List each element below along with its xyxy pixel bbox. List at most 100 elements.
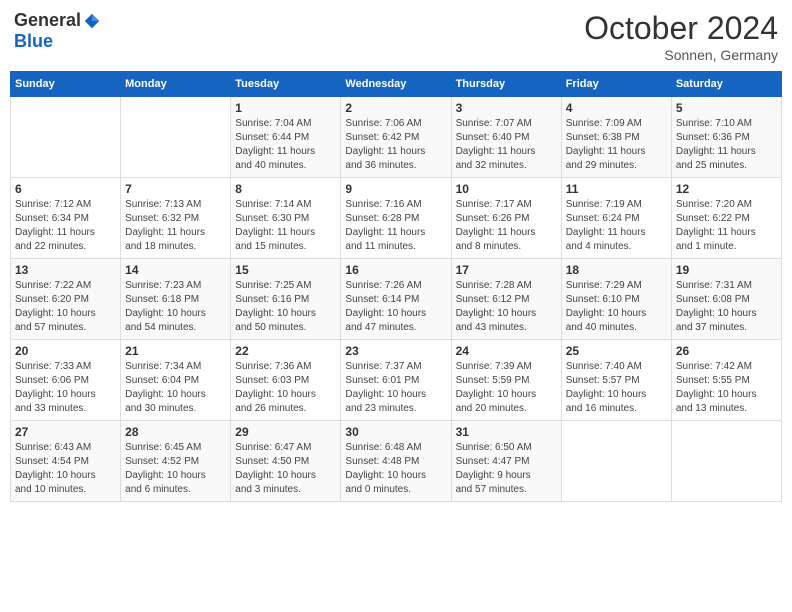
calendar-week-5: 27Sunrise: 6:43 AM Sunset: 4:54 PM Dayli… [11, 421, 782, 502]
calendar-cell: 12Sunrise: 7:20 AM Sunset: 6:22 PM Dayli… [671, 178, 781, 259]
day-info: Sunrise: 7:17 AM Sunset: 6:26 PM Dayligh… [456, 198, 557, 254]
day-number: 28 [125, 425, 226, 439]
day-number: 10 [456, 182, 557, 196]
day-number: 8 [235, 182, 336, 196]
day-info: Sunrise: 7:20 AM Sunset: 6:22 PM Dayligh… [676, 198, 777, 254]
month-title: October 2024 [584, 10, 778, 47]
calendar-cell: 13 Sunrise: 7:22 AM Sunset: 6:20 PM Dayli… [11, 259, 121, 340]
page-header: General Blue October 2024 Sonnen, German… [10, 10, 782, 63]
day-info: Sunrise: 7:36 AM Sunset: 6:03 PM Dayligh… [235, 360, 336, 416]
calendar-cell: 1Sunrise: 7:04 AM Sunset: 6:44 PM Daylig… [231, 97, 341, 178]
day-info: Sunrise: 7:42 AM Sunset: 5:55 PM Dayligh… [676, 360, 777, 416]
day-number: 1 [235, 101, 336, 115]
calendar-cell [11, 97, 121, 178]
logo-icon [83, 12, 101, 30]
day-number: 7 [125, 182, 226, 196]
calendar-cell: 26 Sunrise: 7:42 AM Sunset: 5:55 PM Dayli… [671, 340, 781, 421]
day-number: 4 [566, 101, 667, 115]
col-header-tuesday: Tuesday [231, 72, 341, 97]
calendar-cell: 6 Sunrise: 7:12 AM Sunset: 6:34 PM Daylig… [11, 178, 121, 259]
calendar-week-3: 13 Sunrise: 7:22 AM Sunset: 6:20 PM Dayli… [11, 259, 782, 340]
calendar-cell: 23Sunrise: 7:37 AM Sunset: 6:01 PM Dayli… [341, 340, 451, 421]
day-info: Sunrise: 7:25 AM Sunset: 6:16 PM Dayligh… [235, 279, 336, 335]
day-number: 16 [345, 263, 446, 277]
day-number: 22 [235, 344, 336, 358]
day-number: 9 [345, 182, 446, 196]
calendar-cell: 29 Sunrise: 6:47 AM Sunset: 4:50 PM Dayli… [231, 421, 341, 502]
day-info: Sunrise: 7:31 AM Sunset: 6:08 PM Dayligh… [676, 279, 777, 335]
calendar-week-1: 1Sunrise: 7:04 AM Sunset: 6:44 PM Daylig… [11, 97, 782, 178]
calendar-cell: 20 Sunrise: 7:33 AM Sunset: 6:06 PM Dayli… [11, 340, 121, 421]
calendar-cell: 2Sunrise: 7:06 AM Sunset: 6:42 PM Daylig… [341, 97, 451, 178]
logo-blue: Blue [14, 31, 53, 52]
col-header-saturday: Saturday [671, 72, 781, 97]
day-info: Sunrise: 7:14 AM Sunset: 6:30 PM Dayligh… [235, 198, 336, 254]
calendar-cell: 31 Sunrise: 6:50 AM Sunset: 4:47 PM Dayli… [451, 421, 561, 502]
day-info: Sunrise: 7:19 AM Sunset: 6:24 PM Dayligh… [566, 198, 667, 254]
calendar-cell: 8 Sunrise: 7:14 AM Sunset: 6:30 PM Daylig… [231, 178, 341, 259]
day-info: Sunrise: 7:34 AM Sunset: 6:04 PM Dayligh… [125, 360, 226, 416]
day-number: 31 [456, 425, 557, 439]
day-info: Sunrise: 6:47 AM Sunset: 4:50 PM Dayligh… [235, 441, 336, 497]
day-number: 21 [125, 344, 226, 358]
day-info: Sunrise: 7:10 AM Sunset: 6:36 PM Dayligh… [676, 117, 777, 173]
day-number: 2 [345, 101, 446, 115]
day-info: Sunrise: 7:13 AM Sunset: 6:32 PM Dayligh… [125, 198, 226, 254]
col-header-wednesday: Wednesday [341, 72, 451, 97]
day-info: Sunrise: 7:09 AM Sunset: 6:38 PM Dayligh… [566, 117, 667, 173]
calendar-cell [121, 97, 231, 178]
calendar-cell: 9Sunrise: 7:16 AM Sunset: 6:28 PM Daylig… [341, 178, 451, 259]
calendar-cell: 4 Sunrise: 7:09 AM Sunset: 6:38 PM Daylig… [561, 97, 671, 178]
calendar-cell [561, 421, 671, 502]
day-number: 20 [15, 344, 116, 358]
day-info: Sunrise: 7:23 AM Sunset: 6:18 PM Dayligh… [125, 279, 226, 335]
calendar-cell: 5Sunrise: 7:10 AM Sunset: 6:36 PM Daylig… [671, 97, 781, 178]
calendar-cell: 7 Sunrise: 7:13 AM Sunset: 6:32 PM Daylig… [121, 178, 231, 259]
day-info: Sunrise: 7:22 AM Sunset: 6:20 PM Dayligh… [15, 279, 116, 335]
calendar-cell: 16 Sunrise: 7:26 AM Sunset: 6:14 PM Dayli… [341, 259, 451, 340]
calendar-cell: 22 Sunrise: 7:36 AM Sunset: 6:03 PM Dayli… [231, 340, 341, 421]
calendar-cell [671, 421, 781, 502]
day-number: 6 [15, 182, 116, 196]
col-header-thursday: Thursday [451, 72, 561, 97]
day-info: Sunrise: 7:26 AM Sunset: 6:14 PM Dayligh… [345, 279, 446, 335]
calendar-header-row: SundayMondayTuesdayWednesdayThursdayFrid… [11, 72, 782, 97]
day-info: Sunrise: 6:50 AM Sunset: 4:47 PM Dayligh… [456, 441, 557, 497]
location-subtitle: Sonnen, Germany [584, 47, 778, 63]
day-info: Sunrise: 7:40 AM Sunset: 5:57 PM Dayligh… [566, 360, 667, 416]
calendar-cell: 3 Sunrise: 7:07 AM Sunset: 6:40 PM Daylig… [451, 97, 561, 178]
calendar-cell: 18Sunrise: 7:29 AM Sunset: 6:10 PM Dayli… [561, 259, 671, 340]
day-info: Sunrise: 7:39 AM Sunset: 5:59 PM Dayligh… [456, 360, 557, 416]
calendar-cell: 17Sunrise: 7:28 AM Sunset: 6:12 PM Dayli… [451, 259, 561, 340]
calendar-cell: 27Sunrise: 6:43 AM Sunset: 4:54 PM Dayli… [11, 421, 121, 502]
day-number: 15 [235, 263, 336, 277]
day-info: Sunrise: 7:37 AM Sunset: 6:01 PM Dayligh… [345, 360, 446, 416]
day-info: Sunrise: 6:48 AM Sunset: 4:48 PM Dayligh… [345, 441, 446, 497]
day-info: Sunrise: 6:45 AM Sunset: 4:52 PM Dayligh… [125, 441, 226, 497]
col-header-friday: Friday [561, 72, 671, 97]
calendar-table: SundayMondayTuesdayWednesdayThursdayFrid… [10, 71, 782, 502]
day-info: Sunrise: 7:12 AM Sunset: 6:34 PM Dayligh… [15, 198, 116, 254]
day-info: Sunrise: 7:07 AM Sunset: 6:40 PM Dayligh… [456, 117, 557, 173]
title-block: October 2024 Sonnen, Germany [584, 10, 778, 63]
calendar-cell: 14Sunrise: 7:23 AM Sunset: 6:18 PM Dayli… [121, 259, 231, 340]
day-info: Sunrise: 7:33 AM Sunset: 6:06 PM Dayligh… [15, 360, 116, 416]
day-info: Sunrise: 6:43 AM Sunset: 4:54 PM Dayligh… [15, 441, 116, 497]
calendar-cell: 21 Sunrise: 7:34 AM Sunset: 6:04 PM Dayli… [121, 340, 231, 421]
calendar-cell: 11 Sunrise: 7:19 AM Sunset: 6:24 PM Dayli… [561, 178, 671, 259]
day-number: 13 [15, 263, 116, 277]
day-number: 11 [566, 182, 667, 196]
calendar-week-2: 6 Sunrise: 7:12 AM Sunset: 6:34 PM Daylig… [11, 178, 782, 259]
day-info: Sunrise: 7:29 AM Sunset: 6:10 PM Dayligh… [566, 279, 667, 335]
day-number: 29 [235, 425, 336, 439]
calendar-cell: 10 Sunrise: 7:17 AM Sunset: 6:26 PM Dayli… [451, 178, 561, 259]
day-number: 26 [676, 344, 777, 358]
day-number: 30 [345, 425, 446, 439]
day-number: 3 [456, 101, 557, 115]
day-number: 25 [566, 344, 667, 358]
logo: General Blue [14, 10, 101, 52]
day-number: 24 [456, 344, 557, 358]
calendar-cell: 25 Sunrise: 7:40 AM Sunset: 5:57 PM Dayli… [561, 340, 671, 421]
col-header-sunday: Sunday [11, 72, 121, 97]
calendar-cell: 19Sunrise: 7:31 AM Sunset: 6:08 PM Dayli… [671, 259, 781, 340]
